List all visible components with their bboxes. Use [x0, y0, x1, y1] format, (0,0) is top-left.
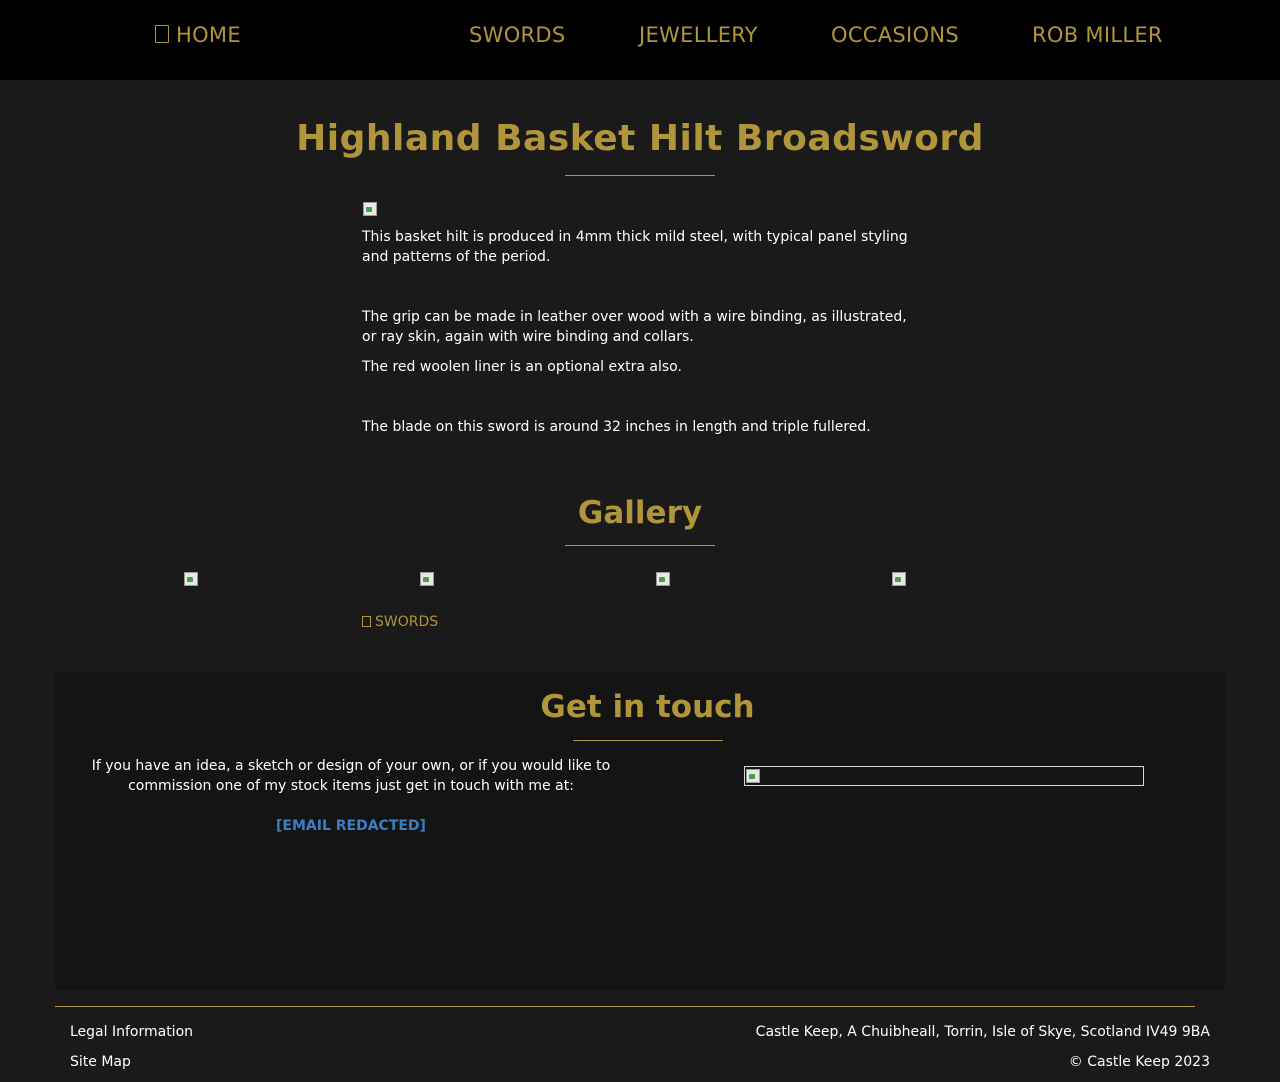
footer-divider — [55, 1006, 1195, 1007]
contact-text: If you have an idea, a sketch or design … — [91, 758, 611, 794]
back-to-swords-link[interactable]: SWORDS — [362, 613, 438, 631]
map-frame[interactable] — [744, 766, 1144, 786]
footer-address: Castle Keep, A Chuibheall, Torrin, Isle … — [755, 1024, 1210, 1040]
map-image — [745, 768, 761, 784]
description-paragraph: The blade on this sword is around 32 inc… — [362, 419, 871, 435]
gallery-image-2[interactable] — [419, 571, 435, 587]
nav-occasions-link[interactable]: OCCASIONS — [831, 21, 959, 49]
title-divider — [565, 175, 715, 176]
contact-title: Get in touch — [540, 689, 755, 725]
site-map-link[interactable]: Site Map — [70, 1052, 131, 1072]
gallery-image-1[interactable] — [183, 571, 199, 587]
nav-jewellery-link[interactable]: JEWELLERY — [639, 21, 758, 49]
product-image — [362, 201, 378, 217]
legal-information-link[interactable]: Legal Information — [70, 1022, 193, 1042]
contact-email-link[interactable]: [EMAIL REDACTED] — [80, 816, 622, 836]
contact-divider — [573, 740, 723, 741]
nav-swords-link[interactable]: SWORDS — [469, 21, 566, 49]
nav-home-link[interactable]: HOME — [155, 21, 241, 49]
gallery-divider — [565, 545, 715, 546]
footer-copyright: © Castle Keep 2023 — [1068, 1054, 1210, 1070]
back-link-label: SWORDS — [375, 614, 439, 630]
home-icon — [155, 25, 169, 43]
back-arrow-icon — [362, 616, 371, 627]
gallery-image-3[interactable] — [655, 571, 671, 587]
nav-home-label: HOME — [176, 23, 241, 47]
top-navigation-bar: HOME SWORDS JEWELLERY OCCASIONS ROB MILL… — [0, 0, 1280, 80]
description-paragraph: The grip can be made in leather over woo… — [362, 309, 907, 345]
gallery-title: Gallery — [577, 495, 703, 531]
gallery-image-4[interactable] — [891, 571, 907, 587]
nav-rob-miller-link[interactable]: ROB MILLER — [1032, 21, 1163, 49]
description-paragraph: The red woolen liner is an optional extr… — [362, 359, 682, 375]
description-paragraph: This basket hilt is produced in 4mm thic… — [362, 229, 908, 265]
page-title: Highland Basket Hilt Broadsword — [296, 118, 984, 159]
